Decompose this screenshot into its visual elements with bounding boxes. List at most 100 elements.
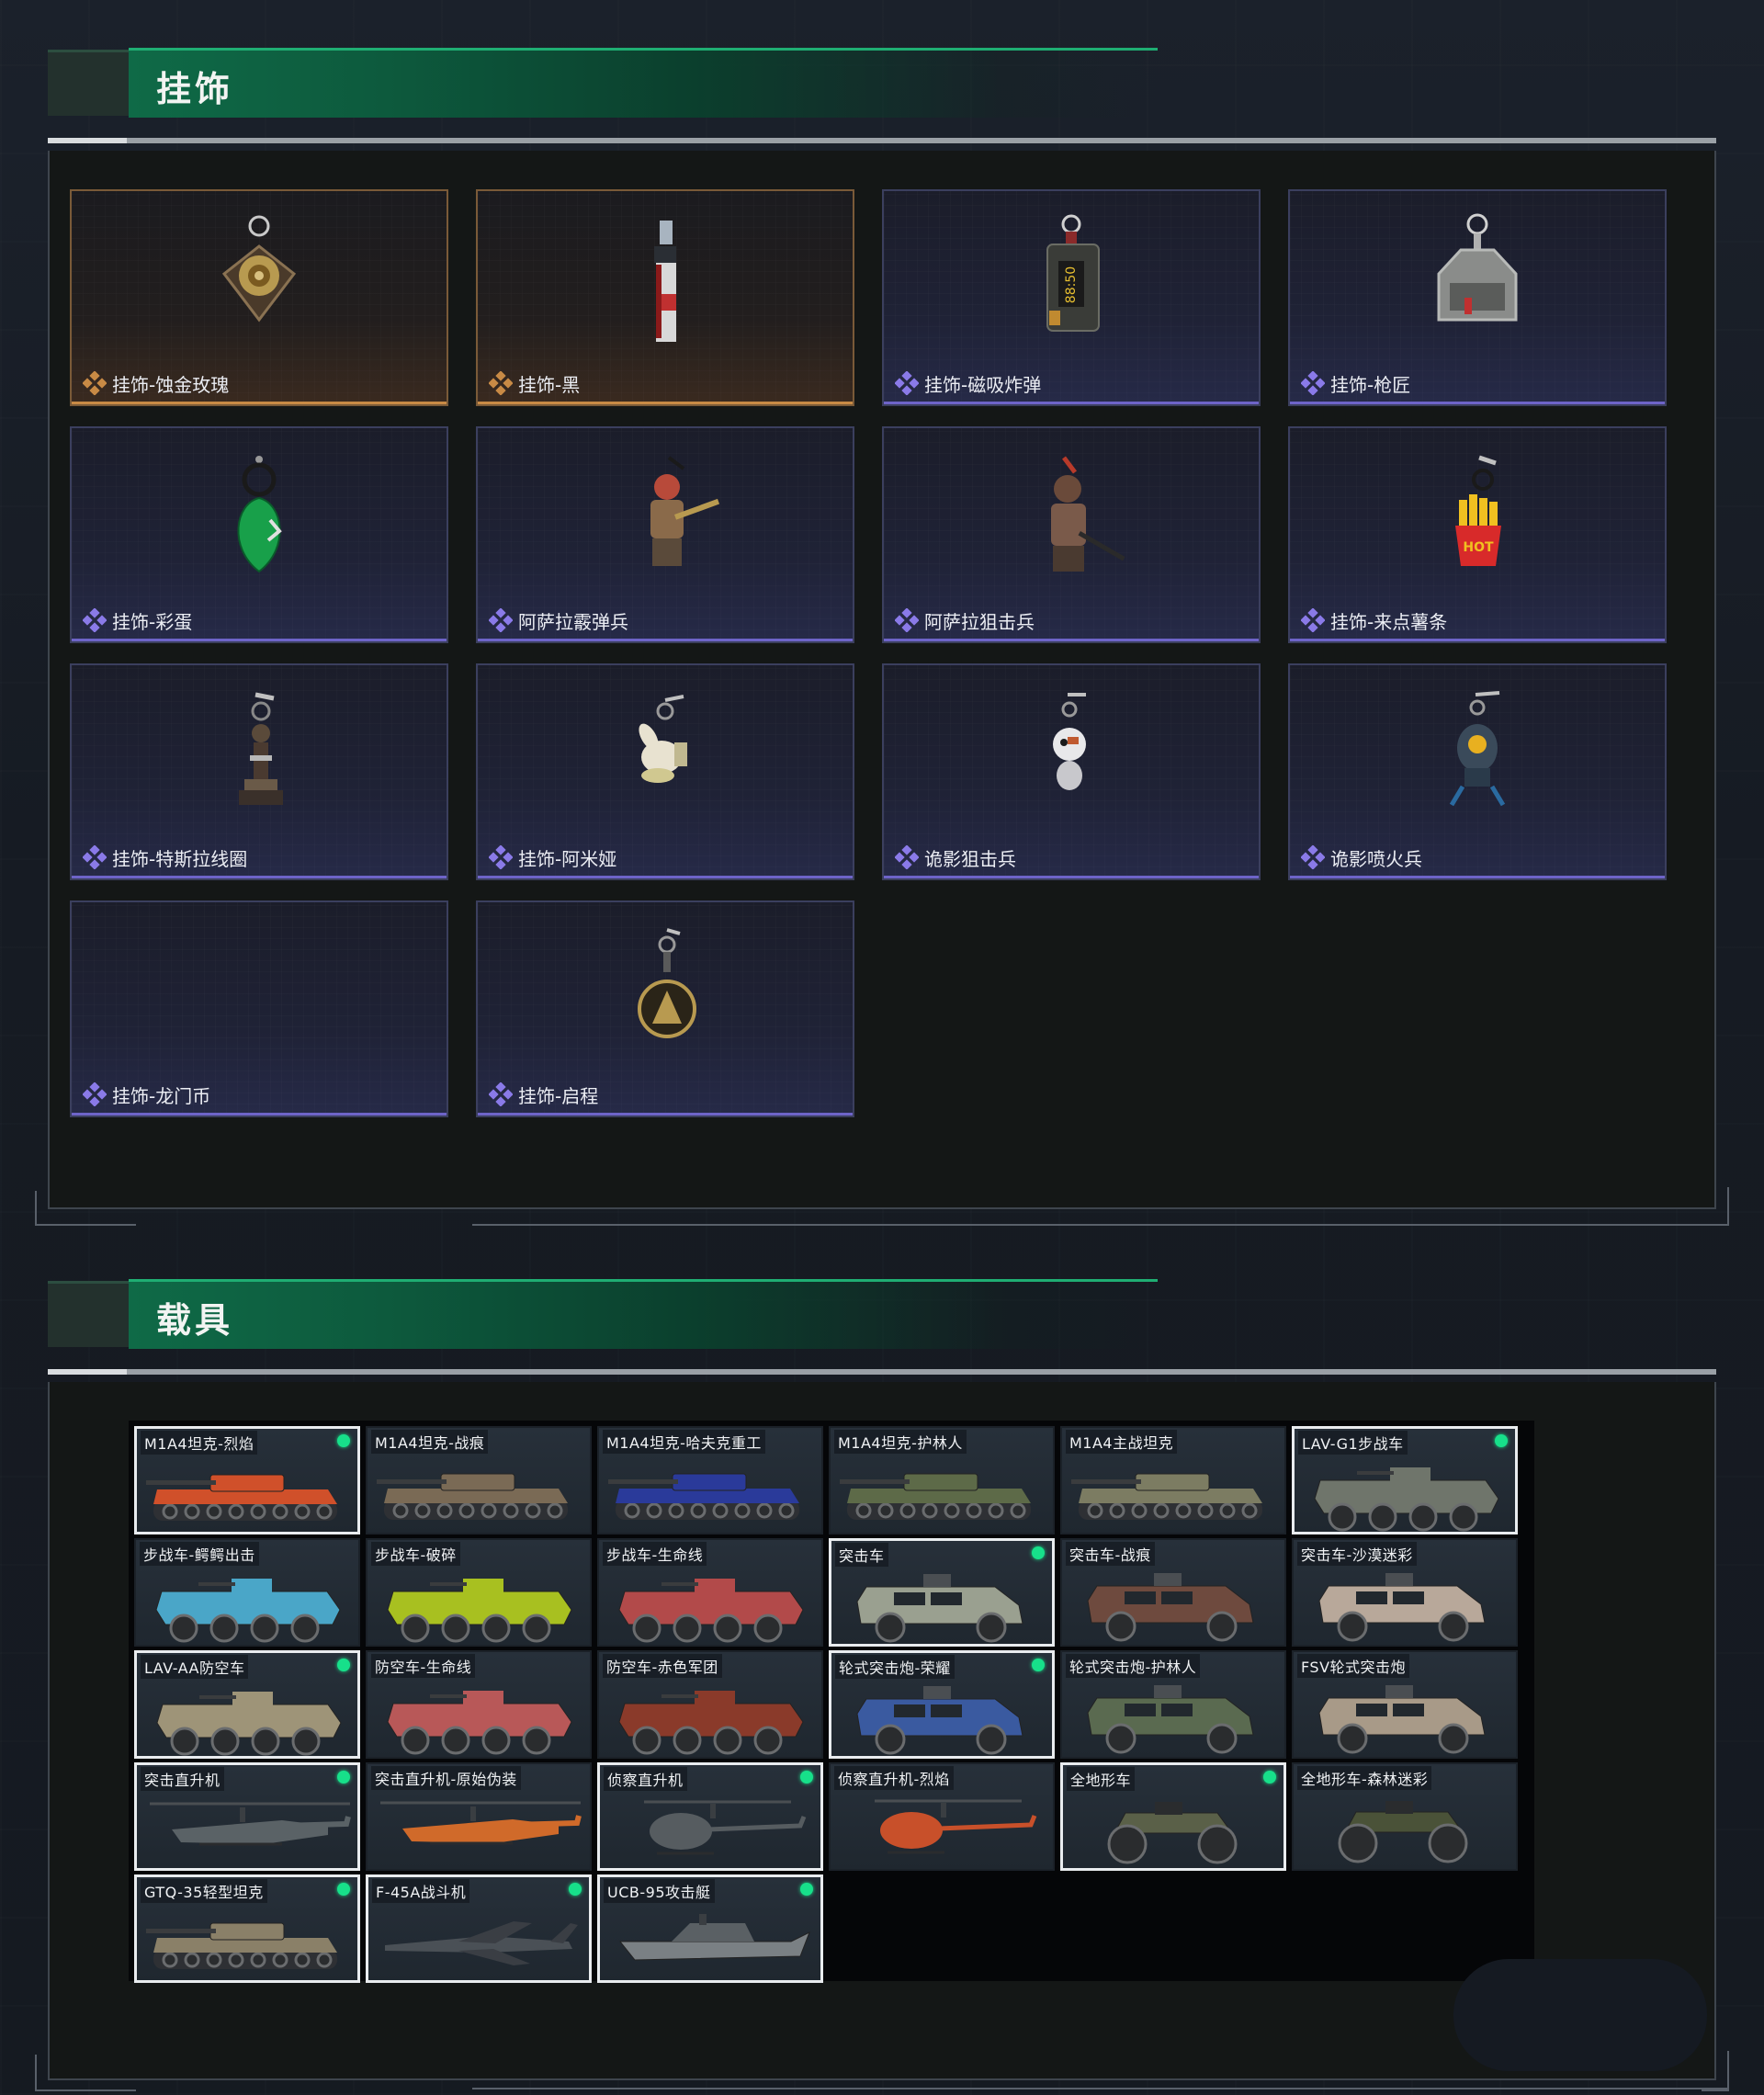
vehicle-card[interactable]: F-45A战斗机	[366, 1874, 592, 1983]
charm-label: 挂饰-来点薯条	[1330, 611, 1448, 633]
rarity-underline	[72, 639, 447, 641]
owned-status-dot	[1032, 1546, 1045, 1559]
vehicle-card[interactable]: 步战车-鳄鳄出击	[134, 1538, 360, 1647]
owned-status-dot	[1032, 1659, 1045, 1671]
vehicle-card[interactable]: 突击车	[829, 1538, 1055, 1647]
charm-label: 挂饰-阿米娅	[518, 848, 617, 870]
charm-card[interactable]: 诡影狙击兵	[882, 663, 1261, 880]
vehicle-name: LAV-G1步战车	[1298, 1431, 1408, 1455]
corner-bracket	[35, 2055, 136, 2091]
charm-card[interactable]: 挂饰-启程	[476, 900, 854, 1117]
charm-label: 挂饰-磁吸炸弹	[924, 374, 1042, 396]
vehicle-card[interactable]: 轮式突击炮-护林人	[1060, 1650, 1286, 1759]
charm-card[interactable]: 阿萨拉狙击兵	[882, 426, 1261, 643]
fries-charm-icon: HOT	[1413, 447, 1542, 584]
charm-card[interactable]: 88:50 挂饰-磁吸炸弹	[882, 189, 1261, 406]
rarity-underline	[478, 1113, 853, 1115]
vehicles-section-header: 载具	[48, 1279, 1716, 1349]
vehicle-card[interactable]: 突击车-战痕	[1060, 1538, 1286, 1647]
rarity-underline	[72, 1113, 447, 1115]
rarity-underline	[884, 876, 1259, 878]
charm-card[interactable]: 挂饰-蚀金玫瑰	[70, 189, 448, 406]
vehicle-name: M1A4坦克-烈焰	[141, 1431, 258, 1455]
vehicle-card[interactable]: 步战车-破碎	[366, 1538, 592, 1647]
section-divider	[48, 138, 1716, 143]
vehicle-name: 全地形车-森林迷彩	[1297, 1766, 1432, 1790]
vehicle-name: UCB-95攻击艇	[604, 1879, 715, 1903]
vehicle-card[interactable]: LAV-AA防空车	[134, 1650, 360, 1759]
charm-label: 阿萨拉霰弹兵	[518, 611, 628, 633]
charm-card[interactable]: 挂饰-黑	[476, 189, 854, 406]
vehicle-card[interactable]: GTQ-35轻型坦克	[134, 1874, 360, 1983]
vehicle-name: 步战车-鳄鳄出击	[140, 1542, 259, 1566]
rarity-diamond-icon	[82, 844, 107, 870]
charm-card[interactable]: 阿萨拉霰弹兵	[476, 426, 854, 643]
owned-status-dot	[337, 1659, 350, 1671]
bunny-charm-icon	[601, 684, 729, 821]
charm-label: 诡影喷火兵	[1330, 848, 1422, 870]
rarity-diamond-icon	[82, 1081, 107, 1107]
rarity-diamond-icon	[488, 370, 514, 396]
vehicle-card[interactable]: 侦察直升机	[597, 1762, 823, 1871]
charm-label: 挂饰-枪匠	[1330, 374, 1411, 396]
vehicle-card[interactable]: UCB-95攻击艇	[597, 1874, 823, 1983]
rarity-underline	[1290, 876, 1665, 878]
bomb-charm-icon: 88:50	[1007, 210, 1136, 347]
vehicle-name: GTQ-35轻型坦克	[141, 1879, 267, 1903]
vehicle-card[interactable]: 侦察直升机-烈焰	[829, 1762, 1055, 1871]
charm-label: 挂饰-启程	[518, 1085, 599, 1107]
rarity-underline	[478, 876, 853, 878]
vehicle-name: M1A4坦克-护林人	[834, 1430, 967, 1454]
rarity-diamond-icon	[1300, 844, 1326, 870]
charm-card[interactable]: HOT 挂饰-来点薯条	[1288, 426, 1667, 643]
owned-status-dot	[800, 1771, 813, 1784]
vehicle-card[interactable]: M1A4主战坦克	[1060, 1426, 1286, 1534]
vehicle-card[interactable]: FSV轮式突击炮	[1292, 1650, 1518, 1759]
vehicle-card[interactable]: 步战车-生命线	[597, 1538, 823, 1647]
charms-section-header: 挂饰	[48, 48, 1716, 118]
egg-charm-icon	[195, 447, 323, 584]
vehicle-card[interactable]: 突击直升机-原始伪装	[366, 1762, 592, 1871]
rose-charm-icon	[195, 210, 323, 347]
rarity-underline	[478, 639, 853, 641]
vehicle-name: M1A4主战坦克	[1066, 1430, 1178, 1454]
vehicle-card[interactable]: LAV-G1步战车	[1292, 1426, 1518, 1534]
rarity-underline	[72, 876, 447, 878]
charm-card[interactable]: 挂饰-彩蛋	[70, 426, 448, 643]
charm-card[interactable]: 挂饰-特斯拉线圈	[70, 663, 448, 880]
header-bar	[129, 1279, 1158, 1349]
charm-card[interactable]: 挂饰-阿米娅	[476, 663, 854, 880]
vehicle-card[interactable]: M1A4坦克-战痕	[366, 1426, 592, 1534]
rarity-diamond-icon	[488, 844, 514, 870]
vehicle-card[interactable]: M1A4坦克-烈焰	[134, 1426, 360, 1534]
corner-bracket	[1702, 1187, 1729, 1226]
rarity-underline	[478, 402, 853, 404]
vehicle-card[interactable]: M1A4坦克-哈夫克重工	[597, 1426, 823, 1534]
vehicle-card[interactable]: M1A4坦克-护林人	[829, 1426, 1055, 1534]
vehicle-name: 防空车-生命线	[371, 1654, 476, 1678]
rarity-diamond-icon	[82, 607, 107, 633]
charm-label: 挂饰-彩蛋	[112, 611, 193, 633]
vehicle-name: M1A4坦克-战痕	[371, 1430, 489, 1454]
svg-text:88:50: 88:50	[1064, 266, 1079, 303]
sniper-charm-icon	[1007, 447, 1136, 584]
charm-label: 挂饰-特斯拉线圈	[112, 848, 248, 870]
vehicle-card[interactable]: 全地形车-森林迷彩	[1292, 1762, 1518, 1871]
vehicle-card[interactable]: 全地形车	[1060, 1762, 1286, 1871]
vehicle-card[interactable]: 突击直升机	[134, 1762, 360, 1871]
vehicle-card[interactable]: 防空车-生命线	[366, 1650, 592, 1759]
toolbox-charm-icon	[1413, 210, 1542, 347]
vehicle-card[interactable]: 防空车-赤色军团	[597, 1650, 823, 1759]
vehicle-name: 突击直升机-原始伪装	[371, 1766, 521, 1790]
vehicle-card[interactable]: 轮式突击炮-荣耀	[829, 1650, 1055, 1759]
rarity-diamond-icon	[82, 370, 107, 396]
vehicle-card[interactable]: 突击车-沙漠迷彩	[1292, 1538, 1518, 1647]
charm-card[interactable]: 诡影喷火兵	[1288, 663, 1667, 880]
vehicle-name: 防空车-赤色军团	[603, 1654, 722, 1678]
owned-status-dot	[569, 1883, 582, 1896]
charm-card[interactable]: 挂饰-龙门币	[70, 900, 448, 1117]
vehicle-name: LAV-AA防空车	[141, 1655, 249, 1679]
charm-card[interactable]: 挂饰-枪匠	[1288, 189, 1667, 406]
owned-status-dot	[337, 1434, 350, 1447]
vehicle-name: M1A4坦克-哈夫克重工	[603, 1430, 765, 1454]
